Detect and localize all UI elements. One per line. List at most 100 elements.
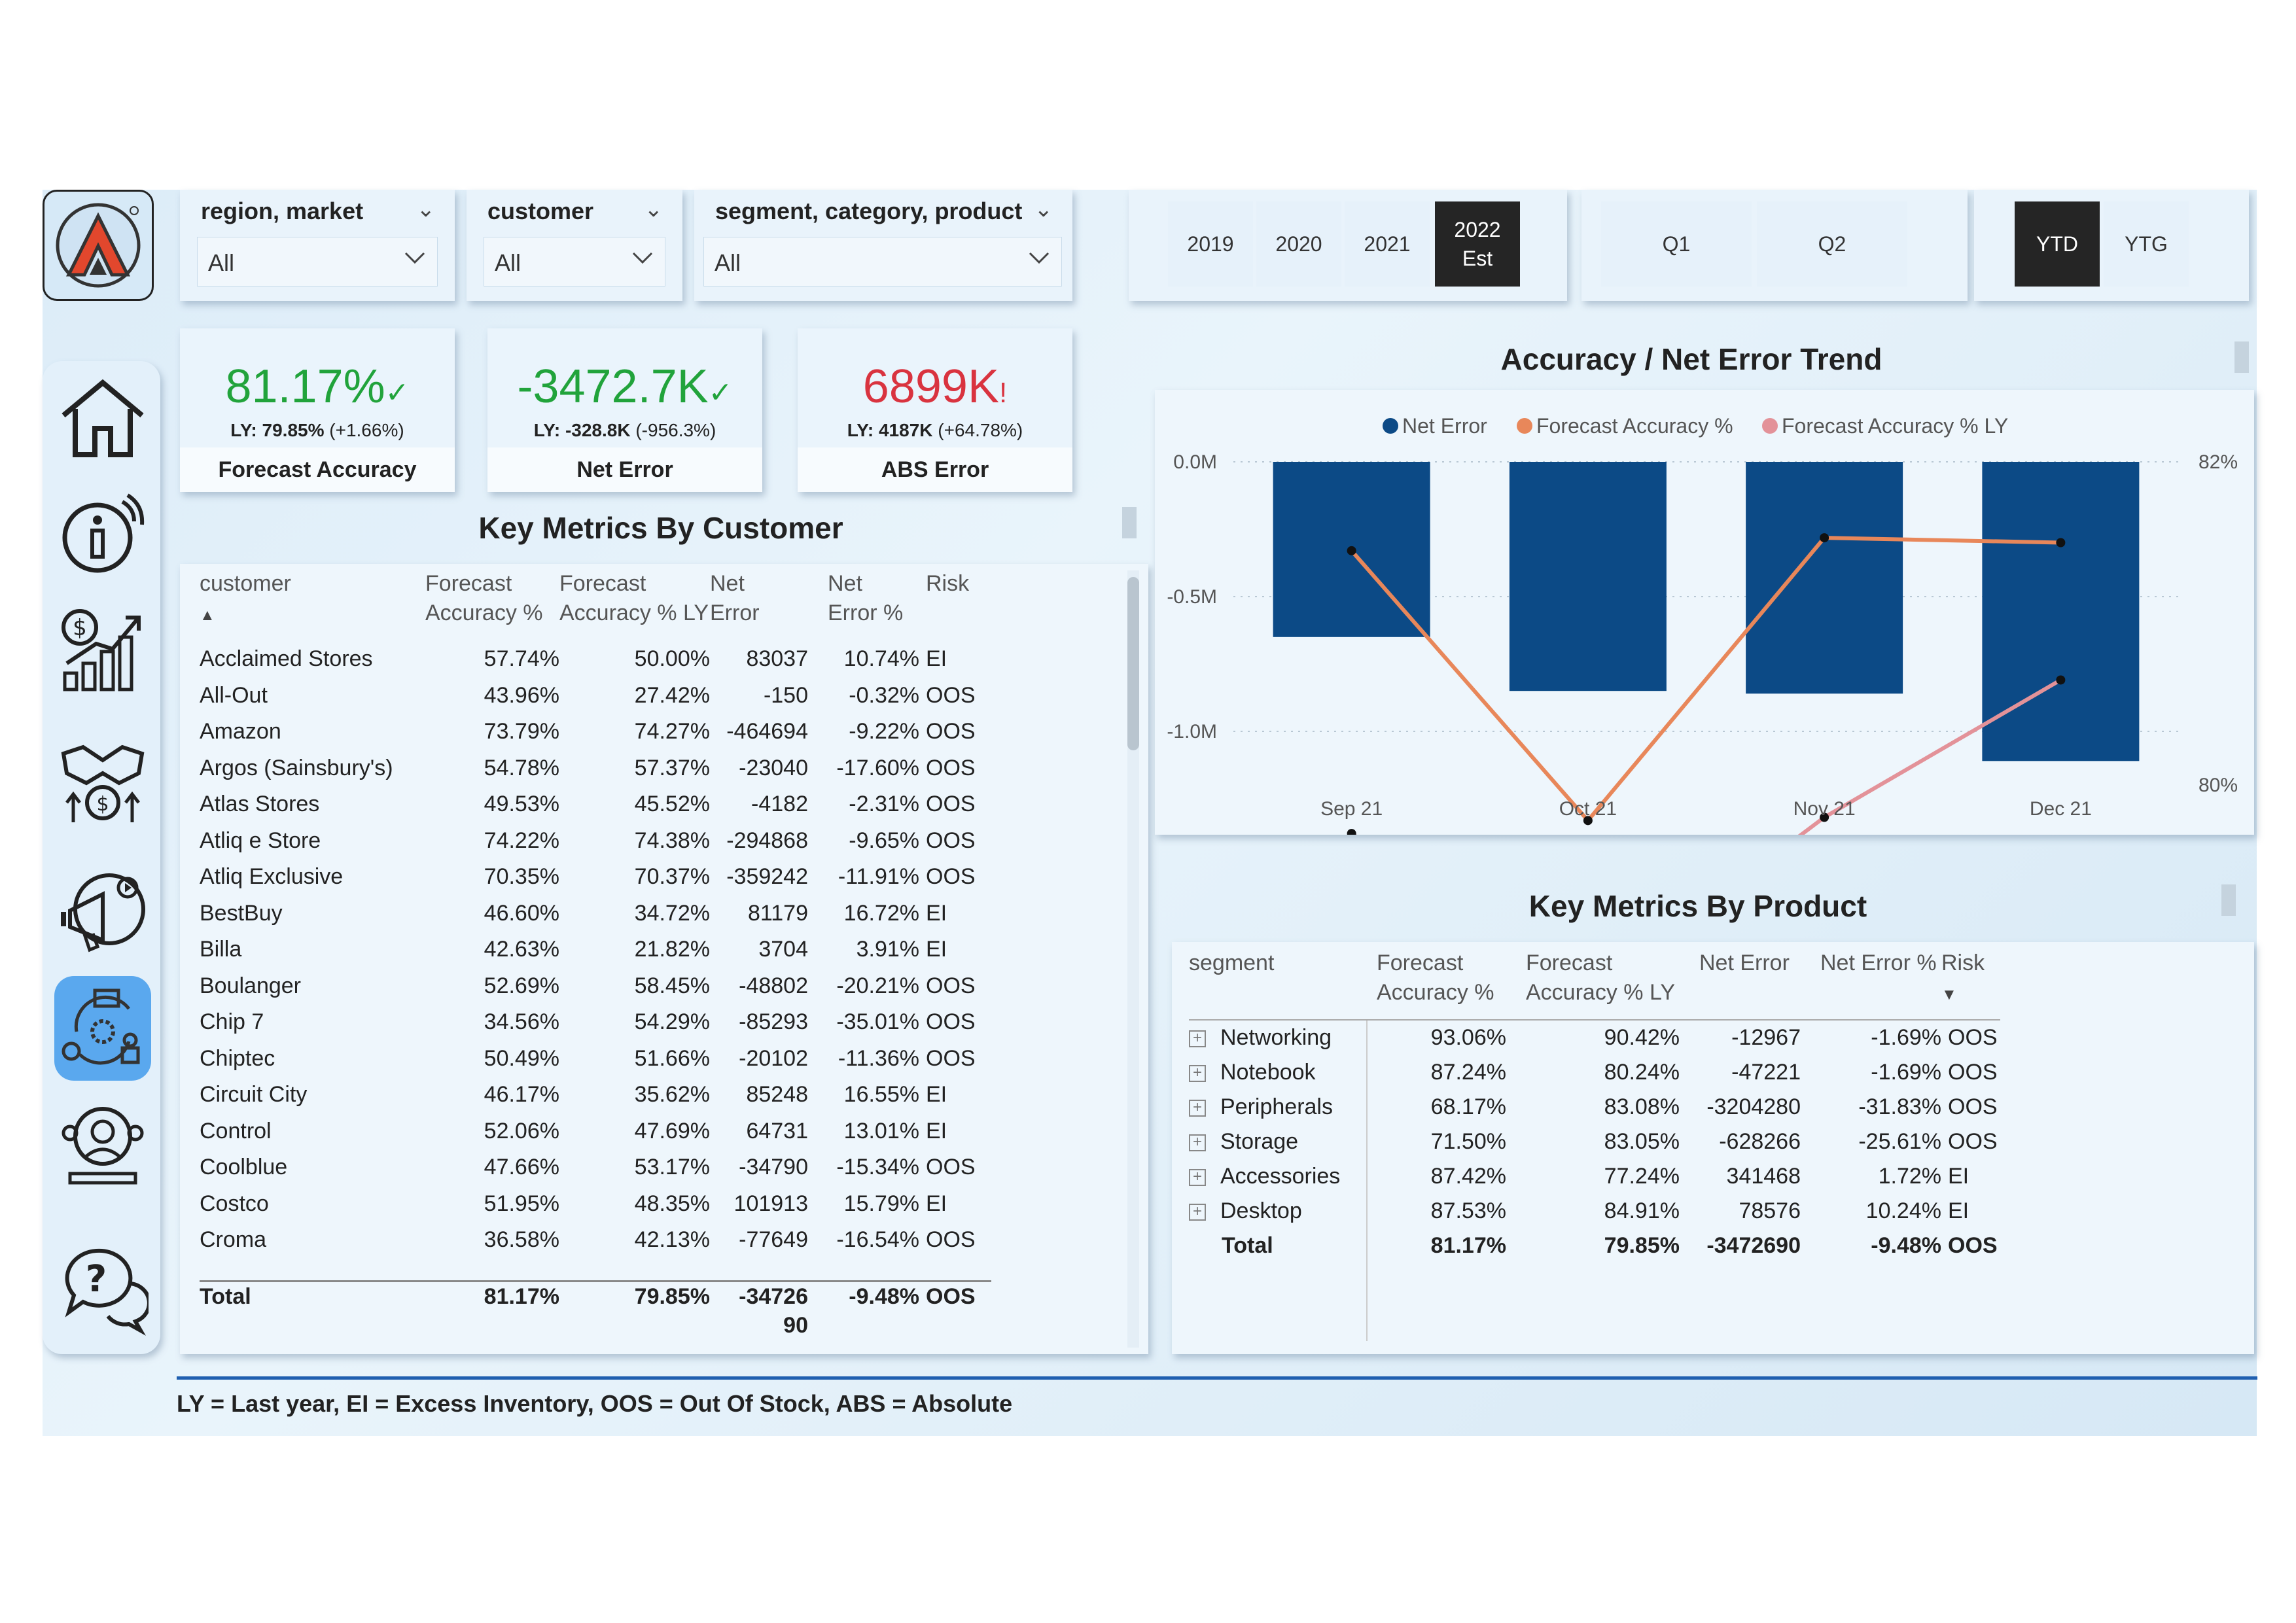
cell-net-error-pct: -1.69%	[1871, 1025, 1941, 1050]
legend-marker	[1762, 418, 1778, 434]
customer-slicer[interactable]: customer ⌄ All	[467, 190, 682, 301]
supply-chain-icon	[62, 988, 140, 1065]
expand-icon[interactable]: +	[1189, 1100, 1206, 1117]
quarter-button-q1[interactable]: Q1	[1601, 201, 1752, 287]
column-header-forecast-accuracy-ly[interactable]: Forecast Accuracy % LY	[559, 569, 710, 641]
table-row[interactable]: + Accessories 87.42% 77.24% 341468 1.72% EI	[1189, 1159, 2000, 1194]
cell-net-error-pct: -20.21%	[836, 973, 919, 998]
period-button-ytg[interactable]: YTG	[2104, 201, 2189, 287]
total-forecast-accuracy: 81.17%	[484, 1284, 559, 1309]
nav-supply-chain[interactable]	[54, 976, 151, 1081]
year-button-2021[interactable]: 2021	[1345, 201, 1430, 287]
column-header-forecast-accuracy[interactable]: Forecast Accuracy %	[425, 569, 559, 641]
expand-icon[interactable]: +	[1189, 1030, 1206, 1048]
region-market-slicer[interactable]: region, market ⌄ All	[180, 190, 455, 301]
cell-risk: EI	[926, 1118, 947, 1143]
column-header-risk[interactable]: Risk ▼	[1941, 949, 2000, 1021]
cell-forecast-accuracy: 68.17%	[1430, 1094, 1506, 1119]
chart-title: Accuracy / Net Error Trend	[1500, 342, 1882, 376]
table-row[interactable]: + Notebook 87.24% 80.24% -47221 -1.69% OOS	[1189, 1055, 2000, 1090]
period-button-ytd[interactable]: YTD	[2015, 201, 2100, 287]
table-row[interactable]: Boulanger 52.69% 58.45% -48802 -20.21% OOS	[200, 968, 991, 1005]
data-point	[1347, 829, 1356, 839]
table-row[interactable]: Croma 36.58% 42.13% -77649 -16.54% OOS	[200, 1222, 991, 1259]
column-header-net-error-pct[interactable]: Net Error %	[1801, 949, 1941, 1021]
table-row[interactable]: + Desktop 87.53% 84.91% 78576 10.24% EI	[1189, 1194, 2000, 1229]
table-row[interactable]: Atliq Exclusive 70.35% 70.37% -359242 -11.91…	[200, 859, 991, 896]
cell-forecast-accuracy: 52.06%	[484, 1118, 559, 1143]
table-row[interactable]: BestBuy 46.60% 34.72% 81179 16.72% EI	[200, 896, 991, 932]
table-header-row: customer ▲ Forecast Accuracy % Forecast A…	[200, 569, 991, 641]
scrollbar-thumb[interactable]	[1127, 577, 1139, 750]
cell-net-error: -4182	[751, 792, 808, 817]
scroll-handle[interactable]	[1122, 507, 1137, 538]
table-row[interactable]: Chip 7 34.56% 54.29% -85293 -35.01% OOS	[200, 1004, 991, 1041]
year-slicer: 2019 2020 2021 2022 Est	[1129, 190, 1567, 301]
chevron-down-icon[interactable]: ⌄	[1034, 196, 1053, 222]
cell-forecast-accuracy-ly: 48.35%	[634, 1191, 710, 1216]
product-table-panel: segment Forecast Accuracy % Forecast Acc…	[1172, 942, 2254, 1354]
kpi-abs-error-ly: LY: 4187K (+64.78%)	[847, 420, 1023, 440]
column-header-net-error-pct[interactable]: Net Error %	[808, 569, 919, 641]
cell-net-error: -3472690	[1706, 1233, 1801, 1258]
year-button-2022-est[interactable]: 2022 Est	[1435, 201, 1520, 287]
table-row[interactable]: + Peripherals 68.17% 83.08% -3204280 -31.83% O…	[1189, 1090, 2000, 1125]
table-row[interactable]: Coolblue 47.66% 53.17% -34790 -15.34% OOS	[200, 1149, 991, 1186]
column-header-risk[interactable]: Risk	[919, 569, 991, 641]
chevron-down-icon[interactable]: ⌄	[645, 196, 663, 222]
segment-label: Desktop	[1220, 1198, 1302, 1223]
table-row[interactable]: Control 52.06% 47.69% 64731 13.01% EI	[200, 1113, 991, 1150]
column-header-segment[interactable]: segment	[1189, 949, 1369, 1021]
year-button-2019[interactable]: 2019	[1168, 201, 1253, 287]
cell-risk: OOS	[1948, 1094, 1998, 1119]
cell-segment: + Desktop	[1189, 1194, 1369, 1229]
left-axis-tick-label: -0.5M	[1167, 586, 1217, 608]
cell-risk: OOS	[1948, 1025, 1998, 1050]
cell-forecast-accuracy-ly: 74.38%	[634, 828, 710, 853]
segment-slicer[interactable]: segment, category, product ⌄ All	[694, 190, 1072, 301]
scrollbar[interactable]	[1127, 570, 1139, 1348]
column-header-forecast-accuracy[interactable]: Forecast Accuracy %	[1369, 949, 1506, 1021]
column-header-net-error[interactable]: Net Error	[1680, 949, 1801, 1021]
column-header-customer[interactable]: customer ▲	[200, 569, 425, 641]
chart-focus-handle[interactable]	[2234, 341, 2249, 373]
alert-icon: !	[998, 377, 1008, 409]
expand-icon[interactable]: +	[1189, 1204, 1206, 1221]
table-row[interactable]: Billa 42.63% 21.82% 3704 3.91% EI	[200, 932, 991, 968]
table-row[interactable]: + Storage 71.50% 83.05% -628266 -25.61% OOS	[1189, 1125, 2000, 1159]
table-row[interactable]: Costco 51.95% 48.35% 101913 15.79% EI	[200, 1186, 991, 1223]
nav-executive[interactable]	[54, 1094, 151, 1198]
cell-risk: OOS	[926, 1045, 976, 1071]
chevron-down-icon[interactable]: ⌄	[417, 196, 436, 222]
column-header-net-error[interactable]: Net Error	[710, 569, 808, 641]
nav-info[interactable]	[54, 482, 151, 587]
nav-marketing[interactable]	[54, 858, 151, 963]
nav-finance[interactable]: $	[54, 598, 151, 703]
home-icon	[62, 379, 144, 457]
quarter-button-q2[interactable]: Q2	[1757, 201, 1907, 287]
cell-forecast-accuracy: 51.95%	[484, 1191, 559, 1216]
nav-home[interactable]	[54, 366, 151, 471]
customer-dropdown[interactable]: All	[484, 237, 665, 287]
segment-dropdown[interactable]: All	[703, 237, 1062, 287]
expand-icon[interactable]: +	[1189, 1134, 1206, 1152]
table-row[interactable]: Argos (Sainsbury's) 54.78% 57.37% -23040 -17…	[200, 750, 991, 787]
year-button-2020[interactable]: 2020	[1256, 201, 1341, 287]
table-row[interactable]: Atlas Stores 49.53% 45.52% -4182 -2.31% OOS	[200, 786, 991, 823]
table-row[interactable]: All-Out 43.96% 27.42% -150 -0.32% OOS	[200, 678, 991, 714]
expand-icon[interactable]: +	[1189, 1065, 1206, 1083]
table-row[interactable]: Chiptec 50.49% 51.66% -20102 -11.36% OOS	[200, 1041, 991, 1077]
table-row[interactable]: Circuit City 46.17% 35.62% 85248 16.55% EI	[200, 1077, 991, 1113]
table-row[interactable]: + Networking 93.06% 90.42% -12967 -1.69% OOS	[1189, 1021, 2000, 1055]
nav-sales[interactable]: $	[54, 727, 151, 832]
customer-table: customer ▲ Forecast Accuracy % Forecast A…	[200, 569, 991, 1259]
expand-icon[interactable]: +	[1189, 1169, 1206, 1187]
column-header-forecast-accuracy-ly[interactable]: Forecast Accuracy % LY	[1506, 949, 1680, 1021]
scroll-handle[interactable]	[2221, 884, 2236, 916]
region-market-dropdown[interactable]: All	[197, 237, 438, 287]
table-row[interactable]: Atliq e Store 74.22% 74.38% -294868 -9.65% OO…	[200, 823, 991, 860]
cell-net-error: -3204280	[1706, 1094, 1801, 1119]
table-row[interactable]: Acclaimed Stores 57.74% 50.00% 83037 10.74% E…	[200, 641, 991, 678]
table-row[interactable]: Amazon 73.79% 74.27% -464694 -9.22% OOS	[200, 714, 991, 750]
nav-help[interactable]: ?	[54, 1238, 151, 1342]
